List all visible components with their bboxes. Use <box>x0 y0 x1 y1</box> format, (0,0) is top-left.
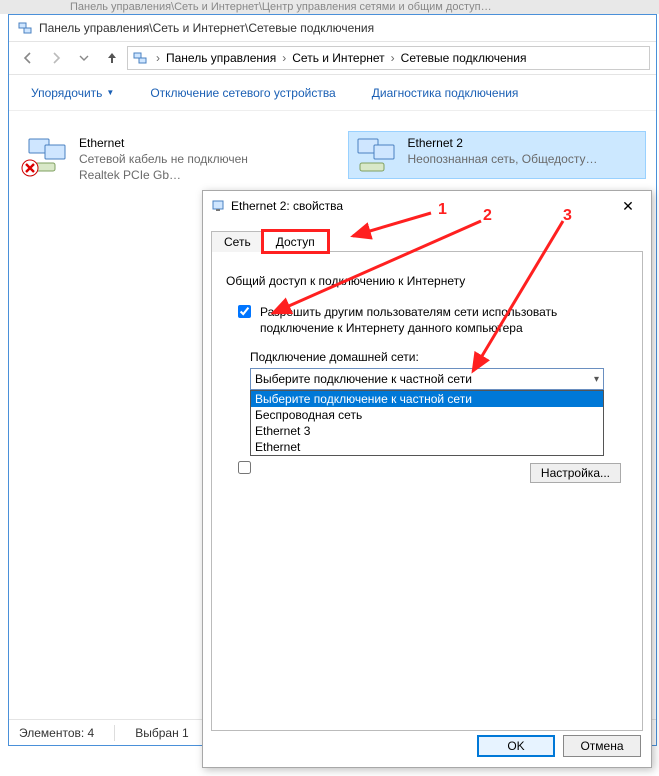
network-folder-icon <box>17 20 33 36</box>
combo-selected-text: Выберите подключение к частной сети <box>255 372 472 386</box>
home-connection-combo[interactable]: Выберите подключение к частной сети ▾ Вы… <box>250 368 604 390</box>
annotation-number-1: 1 <box>438 201 447 219</box>
combo-option-3[interactable]: Ethernet <box>251 439 603 455</box>
nav-recent-button[interactable] <box>71 45 97 71</box>
tab-network[interactable]: Сеть <box>211 231 264 252</box>
breadcrumb-item-1[interactable]: Панель управления <box>162 51 280 65</box>
combo-option-0[interactable]: Выберите подключение к частной сети <box>251 391 603 407</box>
tabstrip: Сеть Доступ <box>211 227 643 251</box>
annotation-number-2: 2 <box>483 207 492 225</box>
nav-back-button[interactable] <box>15 45 41 71</box>
dialog-body: Сеть Доступ Общий доступ к подключению к… <box>211 221 643 721</box>
tab-panel-sharing: Общий доступ к подключению к Интернету Р… <box>211 251 643 731</box>
explorer-title-text: Панель управления\Сеть и Интернет\Сетевы… <box>39 21 374 35</box>
connection-name: Ethernet 2 <box>408 135 598 151</box>
allow-control-checkbox[interactable] <box>238 461 251 474</box>
combo-option-2[interactable]: Ethernet 3 <box>251 423 603 439</box>
connection-text: Ethernet Сетевой кабель не подключен Rea… <box>79 135 248 183</box>
cancel-label: Отмена <box>580 739 623 753</box>
nav-forward-button[interactable] <box>43 45 69 71</box>
bg-window-title: Панель управления\Сеть и Интернет\Центр … <box>0 0 659 14</box>
error-x-icon <box>21 159 39 177</box>
adapter-icon <box>352 135 400 175</box>
explorer-titlebar: Панель управления\Сеть и Интернет\Сетевы… <box>9 15 656 41</box>
dialog-titlebar[interactable]: Ethernet 2: свойства ✕ <box>203 191 651 221</box>
cancel-button[interactable]: Отмена <box>563 735 641 757</box>
connection-text: Ethernet 2 Неопознанная сеть, Общедосту… <box>408 135 598 175</box>
breadcrumb[interactable]: › Панель управления › Сеть и Интернет › … <box>127 46 650 70</box>
connection-item-ethernet2[interactable]: Ethernet 2 Неопознанная сеть, Общедосту… <box>348 131 647 179</box>
disable-label: Отключение сетевого устройства <box>150 86 335 100</box>
chevron-down-icon: ▼ <box>106 88 114 97</box>
ics-group: Общий доступ к подключению к Интернету Р… <box>226 268 628 477</box>
diagnose-label: Диагностика подключения <box>372 86 519 100</box>
settings-button[interactable]: Настройка... <box>530 463 621 483</box>
organize-menu[interactable]: Упорядочить ▼ <box>23 82 122 104</box>
combo-option-1[interactable]: Беспроводная сеть <box>251 407 603 423</box>
chevron-right-icon[interactable]: › <box>154 51 162 65</box>
adapter-disconnected-icon <box>23 135 71 175</box>
ok-button[interactable]: OK <box>477 735 555 757</box>
chevron-right-icon[interactable]: › <box>389 51 397 65</box>
connection-item-ethernet[interactable]: Ethernet Сетевой кабель не подключен Rea… <box>19 131 318 187</box>
annotation-number-3: 3 <box>563 207 572 225</box>
home-connection-label: Подключение домашней сети: <box>250 350 628 364</box>
address-bar-row: › Панель управления › Сеть и Интернет › … <box>9 41 656 75</box>
adapter-small-icon <box>211 199 225 213</box>
dialog-title: Ethernet 2: свойства <box>231 199 613 213</box>
toolbar: Упорядочить ▼ Отключение сетевого устрой… <box>9 75 656 111</box>
nav-up-button[interactable] <box>99 45 125 71</box>
selected-count: Выбран 1 <box>135 726 188 740</box>
combo-dropdown-list[interactable]: Выберите подключение к частной сети Бесп… <box>250 390 604 456</box>
bg-window-title-text: Панель управления\Сеть и Интернет\Центр … <box>70 1 492 13</box>
chevron-down-icon[interactable]: ▾ <box>594 374 599 385</box>
connection-status: Неопознанная сеть, Общедосту… <box>408 151 598 167</box>
allow-ics-checkbox[interactable] <box>238 305 251 318</box>
combo-box[interactable]: Выберите подключение к частной сети ▾ <box>250 368 604 390</box>
status-separator <box>114 725 115 741</box>
breadcrumb-item-3[interactable]: Сетевые подключения <box>397 51 531 65</box>
chevron-right-icon[interactable]: › <box>280 51 288 65</box>
ics-group-title: Общий доступ к подключению к Интернету <box>226 274 628 296</box>
tab-network-label: Сеть <box>224 235 251 249</box>
connection-name: Ethernet <box>79 135 248 151</box>
allow-ics-row[interactable]: Разрешить другим пользователям сети испо… <box>234 304 628 336</box>
tab-sharing-label: Доступ <box>276 235 315 249</box>
diagnose-button[interactable]: Диагностика подключения <box>364 82 527 104</box>
item-count: Элементов: 4 <box>19 726 94 740</box>
allow-ics-label: Разрешить другим пользователям сети испо… <box>260 304 628 336</box>
dialog-button-row: OK Отмена <box>477 735 641 757</box>
ok-label: OK <box>507 739 524 753</box>
organize-label: Упорядочить <box>31 86 102 100</box>
settings-button-label: Настройка... <box>541 466 610 480</box>
connection-status: Сетевой кабель не подключен <box>79 151 248 167</box>
breadcrumb-item-2[interactable]: Сеть и Интернет <box>288 51 388 65</box>
disable-device-button[interactable]: Отключение сетевого устройства <box>142 82 343 104</box>
properties-dialog: Ethernet 2: свойства ✕ Сеть Доступ Общий… <box>202 190 652 768</box>
close-icon: ✕ <box>622 198 634 215</box>
close-button[interactable]: ✕ <box>613 192 643 220</box>
connection-adapter: Realtek PCIe Gb… <box>79 167 248 183</box>
network-icon <box>132 49 150 67</box>
tab-sharing[interactable]: Доступ <box>263 231 328 252</box>
